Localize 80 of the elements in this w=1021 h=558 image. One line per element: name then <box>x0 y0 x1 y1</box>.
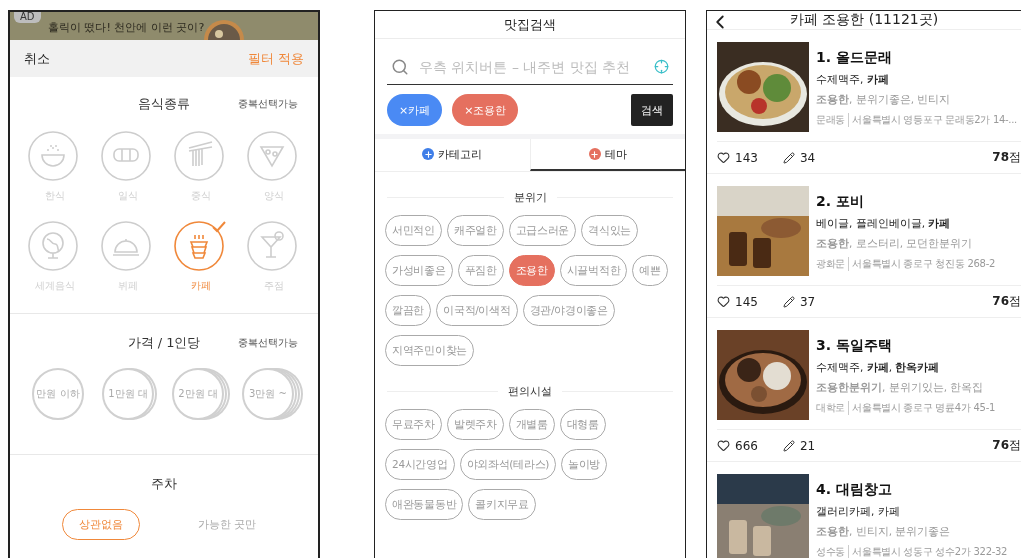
address: 서울특별시 종로구 청진동 268-2 <box>852 257 995 271</box>
tag-button[interactable]: 콜키지무료 <box>468 489 536 520</box>
review-count: 34 <box>799 150 816 165</box>
tag-button[interactable]: 경관/야경이좋은 <box>522 295 615 326</box>
tag-button[interactable]: 무료주차 <box>385 409 442 440</box>
tag-button[interactable]: 가성비좋은 <box>385 255 453 286</box>
pencil-icon[interactable] <box>782 439 795 452</box>
tag-button[interactable]: 대형룸 <box>559 409 606 440</box>
area-name: 대학로 <box>816 401 850 415</box>
section-title: 가격 / 1인당 <box>127 334 201 352</box>
category-list: 갤러리카페, 카페 <box>816 505 1008 519</box>
cancel-button[interactable]: 취소 <box>24 49 50 68</box>
filter-chip[interactable]: ×조용한 <box>452 94 519 126</box>
tag-button[interactable]: 놀이방 <box>561 449 608 480</box>
tag-button[interactable]: 이국적/이색적 <box>436 295 518 326</box>
tag-button[interactable]: 야외좌석(테라스) <box>459 449 557 480</box>
food-category-button[interactable]: 카페 <box>164 219 237 293</box>
tag-button[interactable]: 고급스러운 <box>508 215 577 246</box>
restaurant-name[interactable]: 1. 올드문래 <box>816 49 1017 67</box>
tag-button[interactable]: 서민적인 <box>385 215 442 246</box>
parking-option-button[interactable]: 상관없음 <box>62 509 140 540</box>
area-name: 성수동 <box>816 545 850 558</box>
ad-badge: AD <box>14 12 41 23</box>
pencil-icon[interactable] <box>782 295 795 308</box>
like-count: 145 <box>735 294 758 309</box>
search-icon <box>391 57 409 76</box>
price-button[interactable]: 만원 이하 <box>32 368 84 420</box>
tag-button[interactable]: 예쁜 <box>632 255 668 286</box>
area-name: 광화문 <box>816 257 850 271</box>
tag-button[interactable]: 격식있는 <box>581 215 638 246</box>
tag-button[interactable]: 개별룸 <box>508 409 555 440</box>
heart-icon[interactable] <box>717 295 730 308</box>
ad-banner[interactable]: AD 홀릭이 떴다! 천안에 이런 곳이? <box>10 12 318 40</box>
group-title: 편의시설 <box>508 384 552 399</box>
tag-list: 조용한분위기, 분위기있는, 한옥집 <box>816 381 995 395</box>
pencil-icon[interactable] <box>782 151 795 164</box>
like-count: 143 <box>735 150 758 165</box>
tag-button[interactable]: 시끌벅적한 <box>559 255 628 286</box>
screen-title: 맛집검색 <box>375 11 685 39</box>
tag-button[interactable]: 애완동물동반 <box>385 489 464 520</box>
section-note: 중복선택가능 <box>238 97 298 111</box>
tag-button[interactable]: 푸짐한 <box>457 255 504 286</box>
group-title: 분위기 <box>513 190 547 205</box>
apply-filter-button[interactable]: 필터 적용 <box>247 49 304 68</box>
restaurant-name[interactable]: 3. 독일주택 <box>816 337 995 355</box>
review-count: 21 <box>799 438 816 453</box>
score: 76점 <box>992 437 1021 454</box>
filter-chip[interactable]: ×카페 <box>387 94 443 126</box>
section-title: 음식종류 <box>138 95 190 113</box>
tag-list: 조용한, 빈티지, 분위기좋은 <box>816 525 1008 539</box>
address: 서울특별시 종로구 명륜4가 45-1 <box>852 401 995 415</box>
tab[interactable]: 테마 <box>529 139 685 171</box>
tag-button[interactable]: 캐주얼한 <box>446 215 504 246</box>
score: 78점 <box>992 149 1021 166</box>
tag-button[interactable]: 발렛주차 <box>446 409 504 440</box>
screen-title: 카페 조용한 (11121곳) <box>789 11 939 29</box>
review-count: 37 <box>799 294 816 309</box>
tag-button[interactable]: 깔끔한 <box>385 295 432 326</box>
heart-icon[interactable] <box>717 439 730 452</box>
address: 서울특별시 영등포구 문래동2가 14-... <box>852 113 1017 127</box>
score: 76점 <box>992 293 1021 310</box>
price-button[interactable]: 1만원 대 <box>102 368 154 420</box>
ad-text: 홀릭이 떴다! 천안에 이런 곳이? <box>48 20 205 35</box>
tag-button[interactable]: 조용한 <box>508 255 555 286</box>
tag-button[interactable]: 24시간영업 <box>385 449 455 480</box>
section-note: 중복선택가능 <box>238 336 298 350</box>
like-count: 666 <box>735 438 758 453</box>
section-title: 주차 <box>151 475 177 493</box>
category-list: 수제맥주, 카페 <box>816 73 1017 87</box>
restaurant-name[interactable]: 4. 대림창고 <box>816 481 1008 499</box>
search-button[interactable]: 검색 <box>631 94 673 126</box>
tag-button[interactable]: 지역주민이찾는 <box>385 335 474 366</box>
tag-list: 조용한, 분위기좋은, 빈티지 <box>816 93 1017 107</box>
heart-icon[interactable] <box>717 151 730 164</box>
address: 서울특별시 성동구 성수2가 322-32 <box>852 545 1008 558</box>
restaurant-name[interactable]: 2. 포비 <box>816 193 995 211</box>
category-list: 수제맥주, 카페, 한옥카페 <box>816 361 995 375</box>
tag-list: 조용한, 로스터리, 모던한분위기 <box>816 237 995 251</box>
area-name: 문래동 <box>816 113 850 127</box>
category-list: 베이글, 플레인베이글, 카페 <box>816 217 995 231</box>
